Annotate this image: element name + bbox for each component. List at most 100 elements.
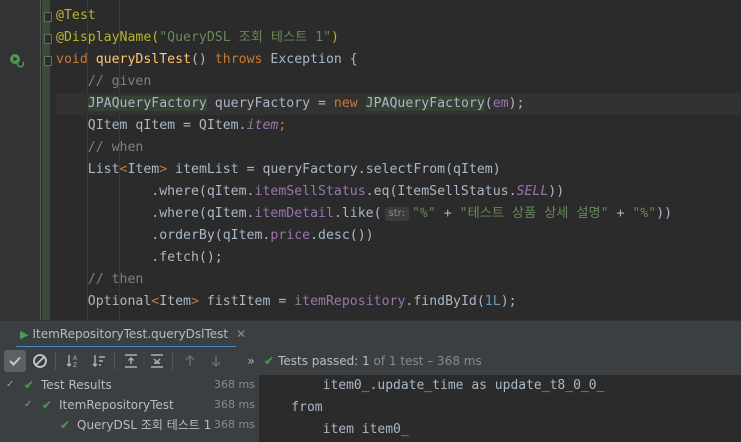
tree-node-label: QueryDSL 조회 테스트 1 <box>77 418 212 432</box>
run-tool-window: ▶ ItemRepositoryTest.queryDslTest ✕ AZ »… <box>0 320 741 442</box>
sort-by-duration-button[interactable] <box>88 350 110 372</box>
fold-marker-icon[interactable] <box>44 12 52 22</box>
svg-text:A: A <box>73 355 78 362</box>
gutter-divider <box>40 0 41 320</box>
chevron-down-icon[interactable]: ✓ <box>24 395 32 415</box>
code-line[interactable]: JPAQueryFactory queryFactory = new JPAQu… <box>56 93 741 115</box>
code-token: Item <box>127 162 160 177</box>
code-token: @Test <box>56 8 96 23</box>
run-tab-label: ItemRepositoryTest.queryDslTest <box>32 327 229 341</box>
tree-node-test-method[interactable]: ✔ QueryDSL 조회 테스트 1 368 ms <box>0 415 259 435</box>
code-token: itemList = queryFactory.selectFrom(qItem… <box>175 162 501 177</box>
code-token: > <box>159 162 176 177</box>
code-line[interactable]: .where(qItem.itemDetail.like(str: "%" + "… <box>56 203 741 225</box>
sort-alphabetically-button[interactable]: AZ <box>62 350 84 372</box>
code-line[interactable]: // then <box>56 269 741 291</box>
code-editor[interactable]: @Test @DisplayName("QueryDSL 조회 테스트 1") vo… <box>0 0 741 320</box>
tree-node-label: ItemRepositoryTest <box>59 398 174 412</box>
tree-node-test-results[interactable]: ✓ ✔ Test Results 368 ms <box>0 375 259 395</box>
next-failed-button[interactable] <box>205 350 227 372</box>
code-token: queryDslTest <box>95 52 191 67</box>
tree-node-test-class[interactable]: ✓ ✔ ItemRepositoryTest 368 ms <box>0 395 259 415</box>
test-results-tree[interactable]: ✓ ✔ Test Results 368 ms ✓ ✔ ItemReposito… <box>0 375 259 442</box>
passed-check-icon: ✔ <box>264 354 275 368</box>
code-token: JPAQueryFactory <box>365 96 485 111</box>
passed-check-icon: ✔ <box>60 418 71 432</box>
code-token: ( <box>484 96 493 111</box>
collapse-all-button[interactable] <box>146 350 168 372</box>
run-test-icon[interactable] <box>9 52 25 68</box>
show-passed-button[interactable] <box>4 350 26 372</box>
fold-marker-icon[interactable] <box>44 56 52 66</box>
code-line[interactable]: Optional<Item> fistItem = itemRepository… <box>56 291 741 313</box>
code-token: .fetch(); <box>56 250 223 265</box>
test-status-bar: ✔ Tests passed: 1 of 1 test – 368 ms <box>264 347 482 375</box>
expand-all-button[interactable] <box>120 350 142 372</box>
code-token: Exception { <box>270 52 358 67</box>
run-tab[interactable]: ▶ ItemRepositoryTest.queryDslTest ✕ <box>16 321 250 347</box>
status-count: 1 <box>362 354 370 368</box>
status-prefix: Tests passed: <box>278 354 363 368</box>
tree-node-time: 368 ms <box>214 418 255 431</box>
code-line[interactable]: QItem qItem = QItem.item; <box>56 115 741 137</box>
console-line: item item0_ <box>260 422 409 437</box>
status-detail: of 1 test – 368 ms <box>369 354 482 368</box>
arrow-up-icon <box>185 355 195 366</box>
code-token: @DisplayName( <box>56 30 160 45</box>
ignored-icon <box>33 354 47 368</box>
code-token: .like( <box>333 206 382 221</box>
previous-failed-button[interactable] <box>179 350 201 372</box>
code-line[interactable]: // given <box>56 71 741 93</box>
code-line[interactable]: List<Item> itemList = queryFactory.selec… <box>56 159 741 181</box>
svg-text:Z: Z <box>73 362 77 369</box>
code-token: + <box>435 206 460 221</box>
parameter-hint: str: <box>384 207 409 221</box>
code-token: throws <box>214 52 271 67</box>
code-token: // given <box>56 74 152 89</box>
code-token: QItem qItem = QItem. <box>56 118 247 133</box>
show-ignored-button[interactable] <box>29 350 51 372</box>
code-line[interactable]: .where(qItem.itemSellStatus.eq(ItemSellS… <box>56 181 741 203</box>
code-token: .findById( <box>405 294 485 309</box>
code-token: em <box>492 96 509 111</box>
code-token: .where(qItem. <box>56 206 255 221</box>
code-token: "QueryDSL 조회 테스트 1" <box>159 30 332 45</box>
console-line: from <box>260 400 323 415</box>
code-line[interactable]: .orderBy(qItem.price.desc()) <box>56 225 741 247</box>
code-token: void <box>56 52 96 67</box>
code-line[interactable]: void queryDslTest() throws Exception { <box>56 49 741 71</box>
code-token: item <box>246 118 279 133</box>
close-icon[interactable]: ✕ <box>236 327 246 341</box>
code-token: fistItem = <box>206 294 295 309</box>
code-token: ); <box>500 294 517 309</box>
code-line[interactable]: @Test <box>56 5 741 27</box>
code-token: "%" <box>411 206 436 221</box>
code-token: Optional <box>56 294 152 309</box>
code-token: new <box>333 96 366 111</box>
expand-all-icon <box>125 354 137 368</box>
collapse-all-icon <box>151 354 163 368</box>
code-token: List <box>56 162 120 177</box>
vcs-change-marker <box>42 0 50 320</box>
more-actions-chevron-icon[interactable]: » <box>240 350 262 372</box>
code-token: Item <box>159 294 191 309</box>
code-token: ); <box>508 96 525 111</box>
code-token: () <box>190 52 215 67</box>
code-token: )) <box>548 184 565 199</box>
code-line[interactable]: .fetch(); <box>56 247 741 269</box>
run-tab-bar: ▶ ItemRepositoryTest.queryDslTest ✕ <box>0 320 741 348</box>
code-line[interactable]: @DisplayName("QueryDSL 조회 테스트 1") <box>56 27 741 49</box>
code-token: "테스트 상품 상세 설명" <box>459 206 609 221</box>
code-token: + <box>608 206 633 221</box>
code-token: )) <box>656 206 673 221</box>
code-line[interactable]: // when <box>56 137 741 159</box>
code-token: SELL <box>516 184 549 199</box>
console-output[interactable]: item0_.update_time as update_t8_0_0_ fro… <box>260 375 741 442</box>
fold-marker-icon[interactable] <box>44 34 52 44</box>
run-config-icon: ▶ <box>20 328 29 341</box>
chevron-down-icon[interactable]: ✓ <box>6 375 14 395</box>
code-token: .desc()) <box>310 228 374 243</box>
code-token: .where(qItem. <box>56 184 255 199</box>
toolbar-separator <box>55 352 56 370</box>
